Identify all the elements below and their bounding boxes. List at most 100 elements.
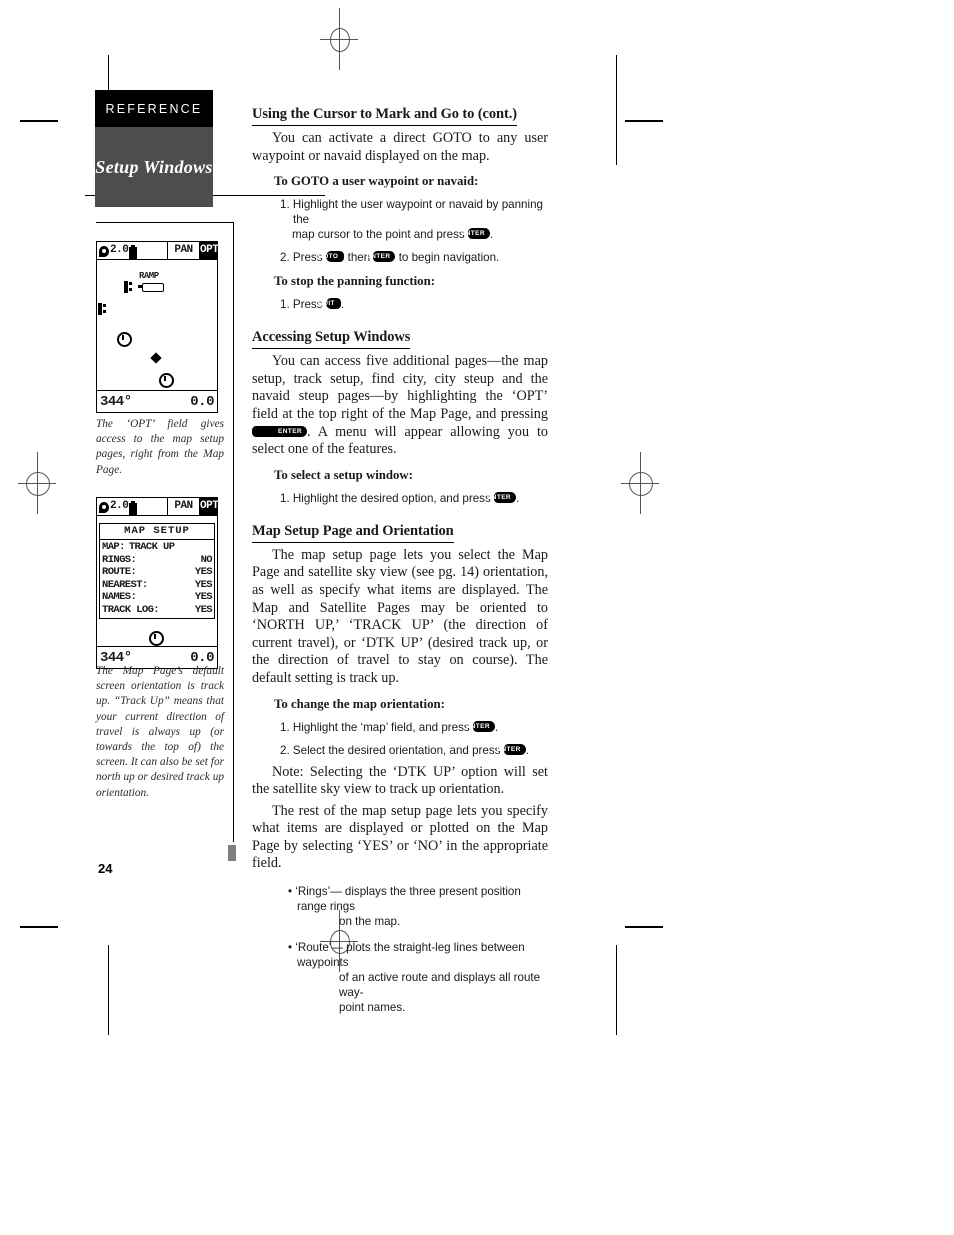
gps-top-bar: 2.0 PAN OPT (97, 242, 219, 260)
enter-key-icon: ENTER (487, 491, 517, 503)
section-end-mark (228, 845, 236, 861)
waypoint-icon (117, 332, 132, 347)
step-text: 1. Highlight the ‘map’ field, and press (280, 720, 470, 734)
bullet-text-cont: on the map. (339, 915, 401, 929)
crop-mark-bottom-left-vertical (108, 945, 109, 1035)
figure-caption-one: The ‘OPT’ field gives access to the map … (96, 418, 224, 476)
map-setup-row[interactable]: ROUTE: YES (102, 566, 213, 579)
navaid-icon (98, 303, 106, 315)
section-heading: Map Setup Page and Orientation (252, 523, 454, 543)
map-setup-row-value: TRACK UP (128, 541, 175, 553)
main-text-column: Using the Cursor to Mark and Go to (cont… (252, 105, 548, 1015)
note-paragraph: Note: Selecting the ‘DTK UP’ option will… (252, 763, 548, 798)
chapter-tab-setup-windows: Setup Windows (95, 127, 213, 207)
gps-pan-field: PAN (167, 498, 199, 515)
step-text: 1. Highlight the desired option, and pre… (280, 491, 491, 505)
step-text: 2. Select the desired orientation, and p… (280, 743, 501, 757)
enter-key-icon: ENTER (366, 251, 396, 263)
crop-mark-bottom-right-horizontal (625, 926, 663, 928)
gps-heading-value: 344° (100, 393, 132, 410)
waypoint-icon (159, 373, 174, 388)
crop-mark-bottom-right-vertical (616, 945, 617, 1035)
section-map-setup-page-orientation: Map Setup Page and Orientation The map s… (252, 522, 548, 1015)
gps-opt-field: OPT (199, 242, 219, 259)
gps-map-area: RAMP (97, 259, 217, 391)
map-setup-row-key: NAMES: (102, 591, 137, 604)
bullet-text: • ‘Rings’— displays the three present po… (288, 885, 521, 914)
map-setup-row[interactable]: NEAREST: YES (102, 578, 213, 592)
enter-key-icon: ENTER (466, 720, 495, 732)
map-setup-row[interactable]: TRACK LOG: YES (102, 603, 213, 617)
bullet-item-route: • ‘Route’— plots the straight-leg lines … (288, 940, 548, 1015)
procedure-step: 1. Highlight the desired option, and pre… (280, 491, 548, 506)
reference-badge: REFERENCE (95, 90, 213, 127)
bullet-text-cont: of an active route and displays all rout… (339, 971, 541, 1000)
map-setup-row-key: TRACK LOG: (102, 603, 160, 616)
satellite-icon (99, 502, 109, 513)
battery-icon (129, 244, 138, 259)
procedure-step: 1. Highlight the ‘map’ field, and press … (280, 720, 548, 735)
enter-key-icon: ENTER (461, 228, 490, 240)
section-heading: Accessing Setup Windows (252, 329, 410, 350)
map-setup-row-key: MAP: (102, 541, 125, 553)
procedure-subhead: To stop the panning function: (274, 274, 435, 289)
procedure-step: 2. Select the desired orientation, and p… (280, 743, 548, 758)
step-period: . (340, 298, 345, 312)
section-using-cursor: Using the Cursor to Mark and Go to (cont… (252, 105, 548, 312)
battery-icon (129, 500, 138, 515)
map-ramp-label: RAMP (139, 271, 159, 281)
map-setup-row-key: ROUTE: (102, 566, 137, 579)
gps-top-bar: 2.0 PAN OPT (97, 498, 219, 516)
map-setup-row[interactable]: MAP: TRACK UP (102, 541, 212, 554)
map-setup-row-value: YES (194, 578, 213, 591)
figure-caption-two: The Map Page’s default screen orientatio… (96, 665, 224, 799)
quit-key-icon: QUIT (318, 298, 341, 310)
navaid-icon (124, 281, 132, 293)
map-setup-rows: MAP: TRACK UP RINGS: NO ROUTE: YES NEARE… (100, 540, 214, 618)
registration-mark-right (621, 452, 659, 514)
gps-zoom-value: 2.0 (110, 244, 129, 256)
map-setup-row-key: NEAREST: (102, 578, 148, 591)
satellite-icon (99, 246, 109, 257)
procedure-subhead: To GOTO a user waypoint or navaid: (274, 174, 479, 189)
section-accessing-setup-windows: Accessing Setup Windows You can access f… (252, 328, 548, 506)
procedure-subhead: To select a setup window: (274, 467, 413, 482)
document-page: REFERENCE Setup Windows 24 2.0 PAN OPT R… (0, 0, 954, 1235)
registration-mark-left (18, 452, 56, 514)
crop-mark-top-right-vertical (616, 55, 617, 165)
gps-status-bar: 344° 0.0 (97, 390, 217, 412)
bullet-text-cont: point names. (339, 1001, 406, 1015)
runway-icon (138, 283, 164, 292)
section-paragraph: You can activate a direct GOTO to any us… (252, 130, 548, 164)
map-setup-row-value: YES (194, 603, 213, 616)
section-paragraph: The rest of the map setup page lets you … (252, 802, 548, 872)
column-divider (233, 222, 235, 842)
enter-key-icon: ENTER (497, 743, 526, 755)
step-text: 2. Press (280, 251, 323, 265)
step-period: . (525, 743, 529, 757)
procedure-step: 2. Press GOTO then ENTER to begin naviga… (280, 250, 548, 265)
procedure-step: 1. Press QUIT. (280, 297, 548, 312)
step-period: . (516, 491, 520, 505)
step-period: . (494, 720, 499, 734)
section-paragraph: The map setup page lets you select the M… (252, 546, 548, 686)
gps-map-area: MAP SETUP MAP: TRACK UP RINGS: NO ROUTE:… (97, 515, 217, 647)
gps-zoom-field: 2.0 (97, 242, 167, 259)
sidebar: REFERENCE Setup Windows (85, 90, 325, 207)
registration-mark-top (320, 8, 358, 70)
step-text-cont: map cursor to the point and press (292, 228, 465, 242)
step-text: to begin navigation. (398, 251, 500, 265)
gps-zoom-value: 2.0 (110, 500, 129, 512)
procedure-subhead: To change the map orientation: (274, 696, 445, 711)
bullet-text: • ‘Route’— plots the straight-leg lines … (288, 941, 525, 970)
map-setup-row[interactable]: NAMES: YES (102, 591, 213, 604)
gps-opt-field: OPT (199, 498, 219, 515)
crop-mark-top-left-horizontal (20, 120, 58, 122)
step-period: . (489, 228, 494, 242)
goto-key-icon: GOTO (318, 251, 345, 263)
bullet-item-rings: • ‘Rings’— displays the three present po… (288, 884, 548, 929)
map-setup-row-value: YES (194, 566, 213, 579)
map-setup-row[interactable]: RINGS: NO (102, 554, 213, 567)
procedure-step: 1. Highlight the user waypoint or navaid… (280, 197, 548, 242)
step-text: 1. Highlight the user waypoint or navaid… (280, 198, 543, 227)
